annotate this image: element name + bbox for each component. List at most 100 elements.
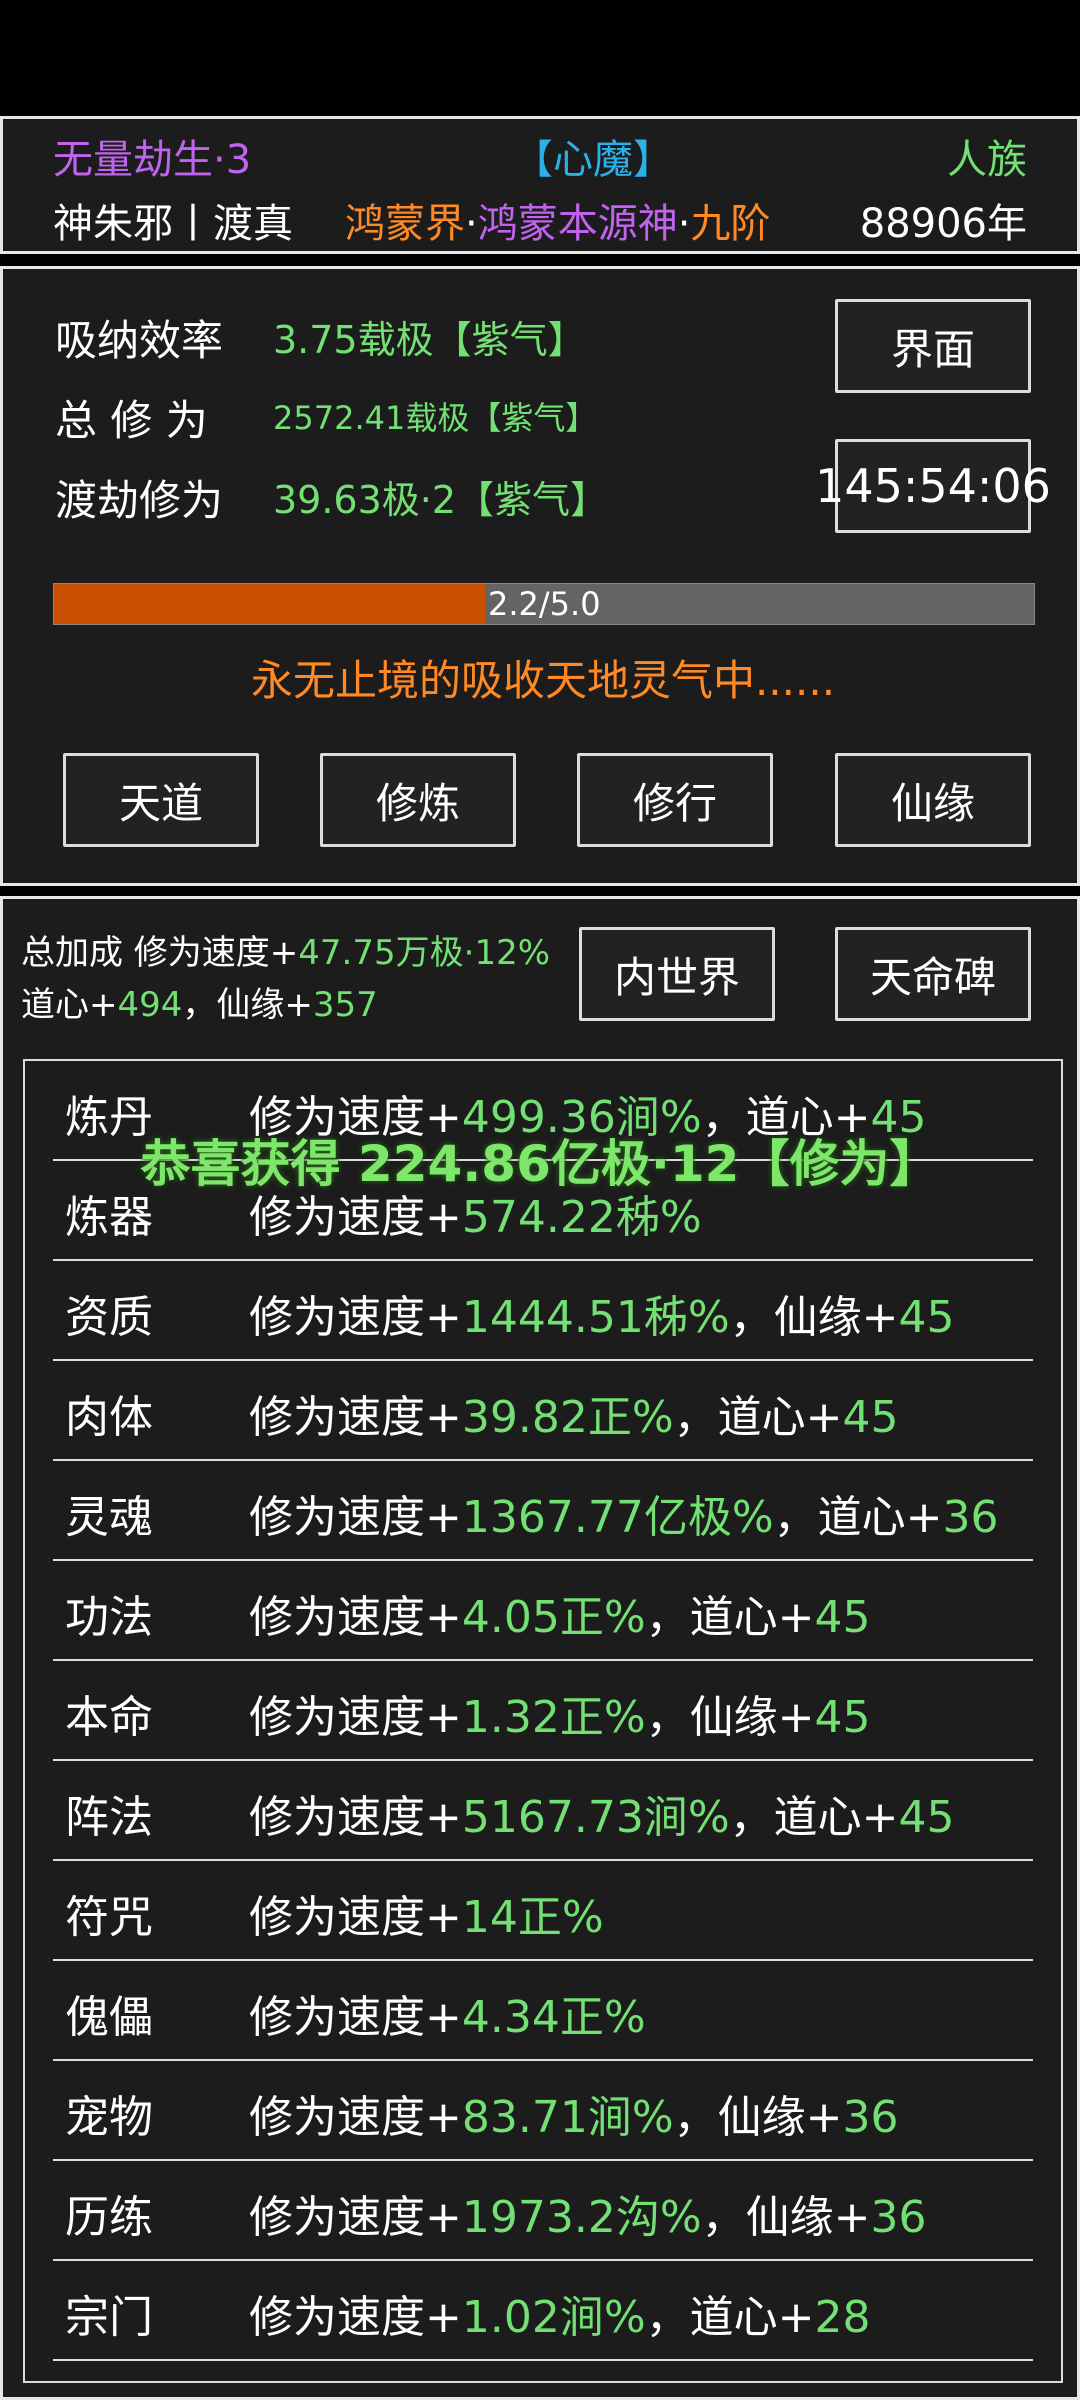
bonus-name: 本命 xyxy=(65,1692,153,1743)
cultivate-button[interactable]: 修炼 xyxy=(320,753,516,847)
cultivation-panel: 吸纳效率 3.75载极【紫气】 总 修 为 2572.41载极【紫气】 渡劫修为… xyxy=(0,266,1080,886)
bonus-effect-prefix: 修为速度+ xyxy=(249,2292,462,2343)
bonus-extra-value: 45 xyxy=(842,1392,899,1443)
world-rank: 九阶 xyxy=(690,201,771,247)
bonus-effect: 修为速度+4.05正%，道心+45 xyxy=(249,1581,871,1645)
bonus-effect-value: 574.22秭% xyxy=(461,1192,702,1243)
total-bonus-prefix: 总加成 修为速度+ xyxy=(21,933,299,973)
progress-text: 2.2/5.0 xyxy=(488,585,601,623)
bonus-row: 宗门 修为速度+1.02涧%，道心+28 xyxy=(53,2261,1033,2361)
bonus-effect: 修为速度+1.02涧%，道心+28 xyxy=(249,2281,871,2345)
fortune-button[interactable]: 仙缘 xyxy=(835,753,1031,847)
bonus-extra-label: ，道心+ xyxy=(673,1392,843,1443)
absorb-rate-label: 吸纳效率 xyxy=(55,316,224,365)
interface-button[interactable]: 界面 xyxy=(835,299,1031,393)
bonus-effect-value: 39.82正% xyxy=(461,1392,674,1443)
bonus-effect-prefix: 修为速度+ xyxy=(249,1192,462,1243)
bonus-effect: 修为速度+4.34正% xyxy=(249,1981,646,2045)
world-path: 鸿蒙界·鸿蒙本源神·九阶 xyxy=(345,191,770,249)
bonus-name: 灵魂 xyxy=(65,1492,153,1543)
bonus-effect-prefix: 修为速度+ xyxy=(249,1492,462,1543)
bonus-effect-value: 1.32正% xyxy=(461,1692,646,1743)
total-cultivation-value: 2572.41载极【紫气】 xyxy=(273,399,598,437)
bonus-extra-label: ，仙缘+ xyxy=(645,1692,815,1743)
absorb-rate-value: 3.75载极【紫气】 xyxy=(273,318,586,362)
bonus-name: 资质 xyxy=(65,1292,153,1343)
game-screen: 无量劫生·3 【心魔】 人族 神朱邪丨渡真 鸿蒙界·鸿蒙本源神·九阶 88906… xyxy=(0,0,1080,2400)
bonus-effect-value: 1367.77亿极% xyxy=(461,1492,774,1543)
bonus-extra-label: ，道心+ xyxy=(645,1592,815,1643)
bonus-row: 灵魂 修为速度+1367.77亿极%，道心+36 xyxy=(53,1461,1033,1561)
total-bonus-speed: 总加成 修为速度+47.75万极·12% xyxy=(21,925,550,974)
status-message: 永无止境的吸收天地灵气中...... xyxy=(250,656,836,705)
world-separator: · xyxy=(677,201,691,247)
inner-world-button[interactable]: 内世界 xyxy=(579,927,775,1021)
bonus-extra-label: ，道心+ xyxy=(729,1792,899,1843)
race-label: 人族 xyxy=(947,137,1027,183)
bonus-row: 本命 修为速度+1.32正%，仙缘+45 xyxy=(53,1661,1033,1761)
bonus-row: 功法 修为速度+4.05正%，道心+45 xyxy=(53,1561,1033,1661)
tribulation-value: 39.63极·2【紫气】 xyxy=(273,478,609,522)
world-realm: 鸿蒙界 xyxy=(345,201,465,247)
bonus-row: 历练 修为速度+1973.2沟%，仙缘+36 xyxy=(53,2161,1033,2261)
progress-fill xyxy=(54,584,486,624)
cultivation-progress-bar: 2.2/5.0 xyxy=(53,583,1035,625)
bonus-effect-value: 83.71涧% xyxy=(461,2092,674,2143)
reward-toast: 恭喜获得 224.86亿极·12【修为】 xyxy=(140,1135,940,1193)
bonus-name: 肉体 xyxy=(65,1392,153,1443)
bonus-row: 阵法 修为速度+5167.73涧%，道心+45 xyxy=(53,1761,1033,1861)
bonus-extra-value: 36 xyxy=(942,1492,999,1543)
bonus-effect-value: 4.05正% xyxy=(461,1592,646,1643)
bonus-effect-prefix: 修为速度+ xyxy=(249,1392,462,1443)
bonus-extra-value: 45 xyxy=(898,1792,955,1843)
practice-button[interactable]: 修行 xyxy=(577,753,773,847)
bonus-effect: 修为速度+5167.73涧%，道心+45 xyxy=(249,1781,955,1845)
bonus-effect-prefix: 修为速度+ xyxy=(249,2192,462,2243)
bonus-effect-value: 1444.51秭% xyxy=(461,1292,730,1343)
bonus-effect: 修为速度+14正% xyxy=(249,1881,604,1945)
bonus-name: 阵法 xyxy=(65,1792,153,1843)
bonus-row: 资质 修为速度+1444.51秭%，仙缘+45 xyxy=(53,1261,1033,1361)
fate-stele-button[interactable]: 天命碑 xyxy=(835,927,1031,1021)
bonus-extra-label: ，仙缘+ xyxy=(729,1292,899,1343)
world-separator: · xyxy=(465,201,478,247)
state-badge: 【心魔】 xyxy=(513,137,673,183)
bonus-row: 宠物 修为速度+83.71涧%，仙缘+36 xyxy=(53,2061,1033,2161)
total-cultivation-label: 总 修 为 xyxy=(55,396,208,445)
bonus-effect-prefix: 修为速度+ xyxy=(249,1792,462,1843)
bonus-name: 宠物 xyxy=(65,2092,153,2143)
countdown-timer: 145:54:06 xyxy=(815,439,1051,533)
bonus-extra-value: 36 xyxy=(870,2192,927,2243)
bonus-extra-label: ，道心+ xyxy=(773,1492,943,1543)
bonus-name: 历练 xyxy=(65,2192,153,2243)
bonus-row: 肉体 修为速度+39.82正%，道心+45 xyxy=(53,1361,1033,1461)
total-bonus-stats: 道心+494，仙缘+357 xyxy=(21,977,378,1026)
bonus-effect-value: 4.34正% xyxy=(461,1992,646,2043)
bonus-name: 宗门 xyxy=(65,2292,153,2343)
bonus-name: 傀儡 xyxy=(65,1992,153,2043)
fortune-label: ，仙缘+ xyxy=(182,985,313,1025)
tiandao-button[interactable]: 天道 xyxy=(63,753,259,847)
dao-heart-label: 道心+ xyxy=(21,985,118,1025)
world-source: 鸿蒙本源神 xyxy=(477,201,678,247)
bonus-name: 符咒 xyxy=(65,1892,153,1943)
bonus-list: 炼丹 修为速度+499.36涧%，道心+45 炼器 修为速度+574.22秭% 资质 修为… xyxy=(23,1059,1063,2383)
fortune-value: 357 xyxy=(312,985,378,1025)
bonus-row: 符咒 修为速度+14正% xyxy=(53,1861,1033,1961)
bonus-effect-value: 14正% xyxy=(461,1892,604,1943)
bonus-extra-label: ，道心+ xyxy=(645,2292,815,2343)
bonus-extra-value: 45 xyxy=(898,1292,955,1343)
bonus-effect-value: 1.02涧% xyxy=(461,2292,646,2343)
realm-title: 无量劫生·3 xyxy=(53,137,252,183)
character-name: 神朱邪丨渡真 xyxy=(53,201,293,247)
bonus-effect: 修为速度+1367.77亿极%，道心+36 xyxy=(249,1481,999,1545)
bonus-effect-value: 5167.73涧% xyxy=(461,1792,730,1843)
bonus-effect: 修为速度+1.32正%，仙缘+45 xyxy=(249,1681,871,1745)
bonus-extra-value: 36 xyxy=(842,2092,899,2143)
bonus-effect-prefix: 修为速度+ xyxy=(249,1292,462,1343)
bonus-extra-value: 28 xyxy=(814,2292,871,2343)
total-bonus-speed-value: 47.75万极·12% xyxy=(298,933,551,973)
bonus-effect-prefix: 修为速度+ xyxy=(249,1592,462,1643)
bonus-row: 傀儡 修为速度+4.34正% xyxy=(53,1961,1033,2061)
bonus-extra-value: 45 xyxy=(814,1692,871,1743)
